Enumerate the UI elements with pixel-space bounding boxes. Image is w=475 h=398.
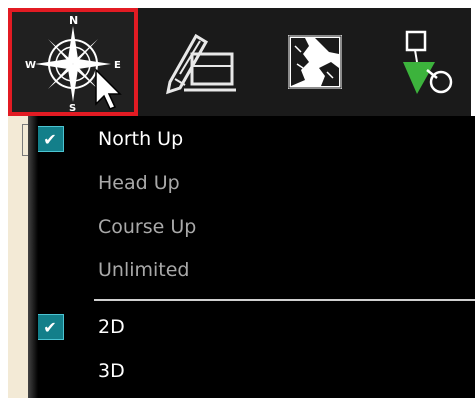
compass-letter-s: S — [69, 103, 76, 112]
menu-item-label: 2D — [98, 316, 125, 338]
menu-item-3d[interactable]: 3D — [28, 352, 475, 392]
menu-item-label: Unlimited — [98, 259, 190, 281]
menu-item-2d[interactable]: ✔ 2D — [28, 308, 475, 348]
menu-separator — [94, 299, 475, 301]
menu-item-course-up[interactable]: Course Up — [28, 208, 475, 248]
compass-rose-icon: N E S W — [25, 14, 122, 112]
menu-item-label: 3D — [98, 360, 125, 382]
menu-item-north-up[interactable]: ✔ North Up — [28, 120, 475, 160]
compass-letter-n: N — [69, 14, 78, 27]
check-icon: ✔ — [36, 314, 64, 340]
toolbar: N E S W — [8, 8, 471, 116]
orientation-tool-button[interactable]: N E S W — [8, 8, 138, 116]
menu-item-label: Head Up — [98, 172, 180, 194]
orientation-dropdown-menu: ✔ North Up Head Up Course Up Unlimited ✔… — [28, 116, 475, 398]
target-tool-button[interactable] — [370, 14, 475, 114]
compass-letter-e: E — [114, 60, 121, 71]
check-icon: ✔ — [36, 126, 64, 152]
menu-item-unlimited[interactable]: Unlimited — [28, 251, 475, 291]
notes-tool-button[interactable] — [142, 14, 260, 114]
menu-item-label: North Up — [98, 128, 184, 150]
menu-item-label: Course Up — [98, 216, 197, 238]
map-tool-button[interactable] — [256, 14, 374, 114]
target-waypoint-icon — [403, 30, 453, 94]
chart-map-icon — [288, 35, 342, 89]
menu-item-head-up[interactable]: Head Up — [28, 164, 475, 204]
compass-letter-w: W — [25, 60, 36, 71]
menu-edge-shadow — [28, 116, 38, 398]
pencil-notes-icon — [166, 33, 236, 95]
